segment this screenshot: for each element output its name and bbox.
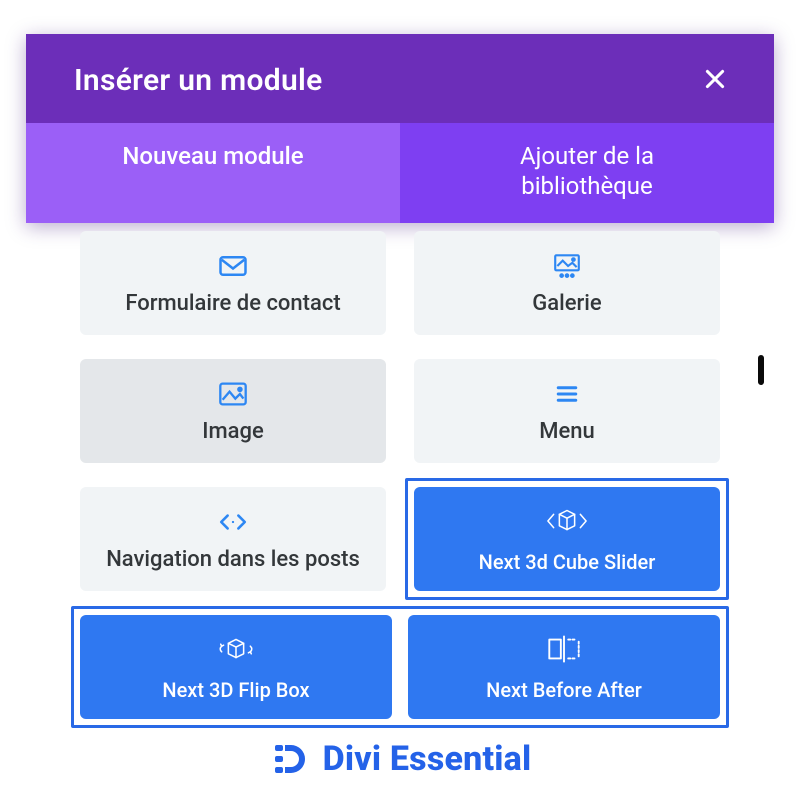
modal-title: Insérer un module: [74, 63, 323, 98]
scrollbar-thumb[interactable]: [758, 355, 764, 385]
highlighted-row: Next 3D Flip Box Next Before After: [71, 606, 729, 728]
module-menu[interactable]: Menu: [414, 359, 720, 463]
module-gallery[interactable]: Galerie: [414, 231, 720, 335]
image-icon: [218, 379, 248, 409]
module-label: Next 3d Cube Slider: [479, 550, 656, 574]
module-contact-form[interactable]: Formulaire de contact: [80, 231, 386, 335]
module-label: Next 3D Flip Box: [162, 678, 309, 702]
module-grid: Formulaire de contact Galerie: [80, 231, 720, 719]
insert-module-modal: Insérer un module Nouveau module Ajouter…: [26, 34, 774, 719]
module-list: Formulaire de contact Galerie: [26, 223, 774, 719]
close-button[interactable]: [696, 60, 734, 101]
tabs: Nouveau module Ajouter de la bibliothèqu…: [26, 123, 774, 223]
module-post-navigation[interactable]: Navigation dans les posts: [80, 487, 386, 591]
cube-rotate-icon: [215, 632, 257, 666]
module-label: Image: [94, 419, 372, 444]
menu-icon: [552, 379, 582, 409]
module-label: Menu: [428, 419, 706, 444]
module-label: Next Before After: [486, 678, 642, 702]
brand-footer: Divi Essential: [0, 739, 800, 779]
tab-new-module[interactable]: Nouveau module: [26, 123, 400, 223]
before-after-icon: [543, 632, 585, 666]
modal-header: Insérer un module Nouveau module Ajouter…: [26, 34, 774, 223]
module-image[interactable]: Image: [80, 359, 386, 463]
module-next-before-after[interactable]: Next Before After: [408, 615, 720, 719]
module-label: Navigation dans les posts: [94, 547, 372, 572]
brand-name: Divi Essential: [323, 739, 532, 779]
module-next-3d-flip-box[interactable]: Next 3D Flip Box: [80, 615, 392, 719]
cube-code-icon: [546, 504, 588, 538]
module-next-3d-cube-slider[interactable]: Next 3d Cube Slider: [414, 487, 720, 591]
mail-icon: [218, 251, 248, 281]
brand-logo-icon: [269, 739, 309, 779]
tab-label: Ajouter de la bibliothèque: [520, 142, 654, 200]
gallery-icon: [552, 251, 582, 281]
highlighted-module-wrap: Next 3d Cube Slider: [405, 478, 729, 600]
close-icon: [702, 66, 728, 95]
module-label: Formulaire de contact: [94, 291, 372, 316]
code-icon: [218, 507, 248, 537]
module-label: Galerie: [428, 291, 706, 316]
tab-add-from-library[interactable]: Ajouter de la bibliothèque: [400, 123, 774, 223]
modal-title-row: Insérer un module: [26, 34, 774, 123]
tab-label: Nouveau module: [122, 142, 303, 170]
